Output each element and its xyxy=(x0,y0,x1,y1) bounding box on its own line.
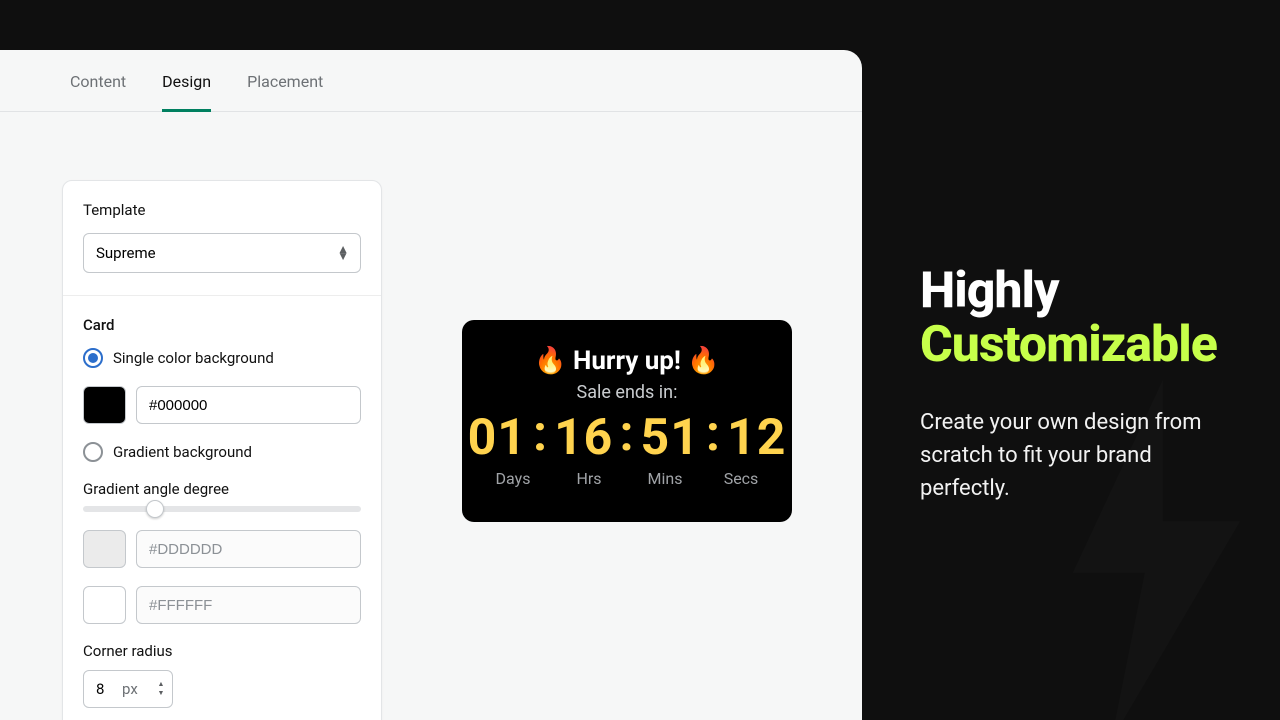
single-color-label: Single color background xyxy=(113,349,274,367)
radio-gradient[interactable]: Gradient background xyxy=(83,442,361,462)
template-select[interactable]: Supreme xyxy=(83,233,361,273)
preview-units: Days Hrs Mins Secs xyxy=(488,469,766,488)
single-color-hex-input[interactable] xyxy=(136,386,361,424)
tab-design[interactable]: Design xyxy=(162,72,211,112)
angle-label: Gradient angle degree xyxy=(83,480,361,498)
unit-label: px xyxy=(122,680,138,698)
gradient-swatch-2[interactable] xyxy=(83,586,126,624)
properties-card: Template Supreme ▲▼ Card Single color ba… xyxy=(62,180,382,720)
radio-icon xyxy=(83,348,103,368)
gradient-swatch-1[interactable] xyxy=(83,530,126,568)
card-section-title: Card xyxy=(83,316,361,334)
stepper-icon[interactable]: ▲▼ xyxy=(154,675,168,703)
gradient-hex-1-input[interactable] xyxy=(136,530,361,568)
hero-copy: Highly Customizable Create your own desi… xyxy=(920,264,1240,505)
gradient-hex-2-input[interactable] xyxy=(136,586,361,624)
tabs: Content Design Placement xyxy=(0,50,862,112)
hero-line2: Customizable xyxy=(920,318,1240,372)
angle-slider[interactable] xyxy=(83,506,361,512)
preview-subtitle: Sale ends in: xyxy=(577,382,678,403)
countdown-preview: 🔥 Hurry up! 🔥 Sale ends in: 01:16:51:12 … xyxy=(462,320,792,522)
corner-radius-input[interactable]: 8 px ▲▼ xyxy=(83,670,173,708)
radio-single-color[interactable]: Single color background xyxy=(83,348,361,368)
gradient-label: Gradient background xyxy=(113,443,252,461)
single-color-swatch[interactable] xyxy=(83,386,126,424)
radio-icon xyxy=(83,442,103,462)
tab-placement[interactable]: Placement xyxy=(247,72,323,111)
tab-content[interactable]: Content xyxy=(70,72,126,111)
angle-slider-thumb[interactable] xyxy=(146,500,164,518)
preview-title: 🔥 Hurry up! 🔥 xyxy=(534,346,720,376)
template-label: Template xyxy=(83,201,361,219)
preview-timer: 01:16:51:12 xyxy=(468,409,787,467)
corner-radius-value: 8 xyxy=(96,680,116,698)
hero-body: Create your own design from scratch to f… xyxy=(920,406,1240,505)
corner-radius-label: Corner radius xyxy=(83,642,361,660)
hero-line1: Highly xyxy=(920,262,1059,320)
select-updown-icon: ▲▼ xyxy=(337,246,349,260)
editor-panel: Content Design Placement Template Suprem… xyxy=(0,50,862,720)
template-value: Supreme xyxy=(96,244,156,262)
